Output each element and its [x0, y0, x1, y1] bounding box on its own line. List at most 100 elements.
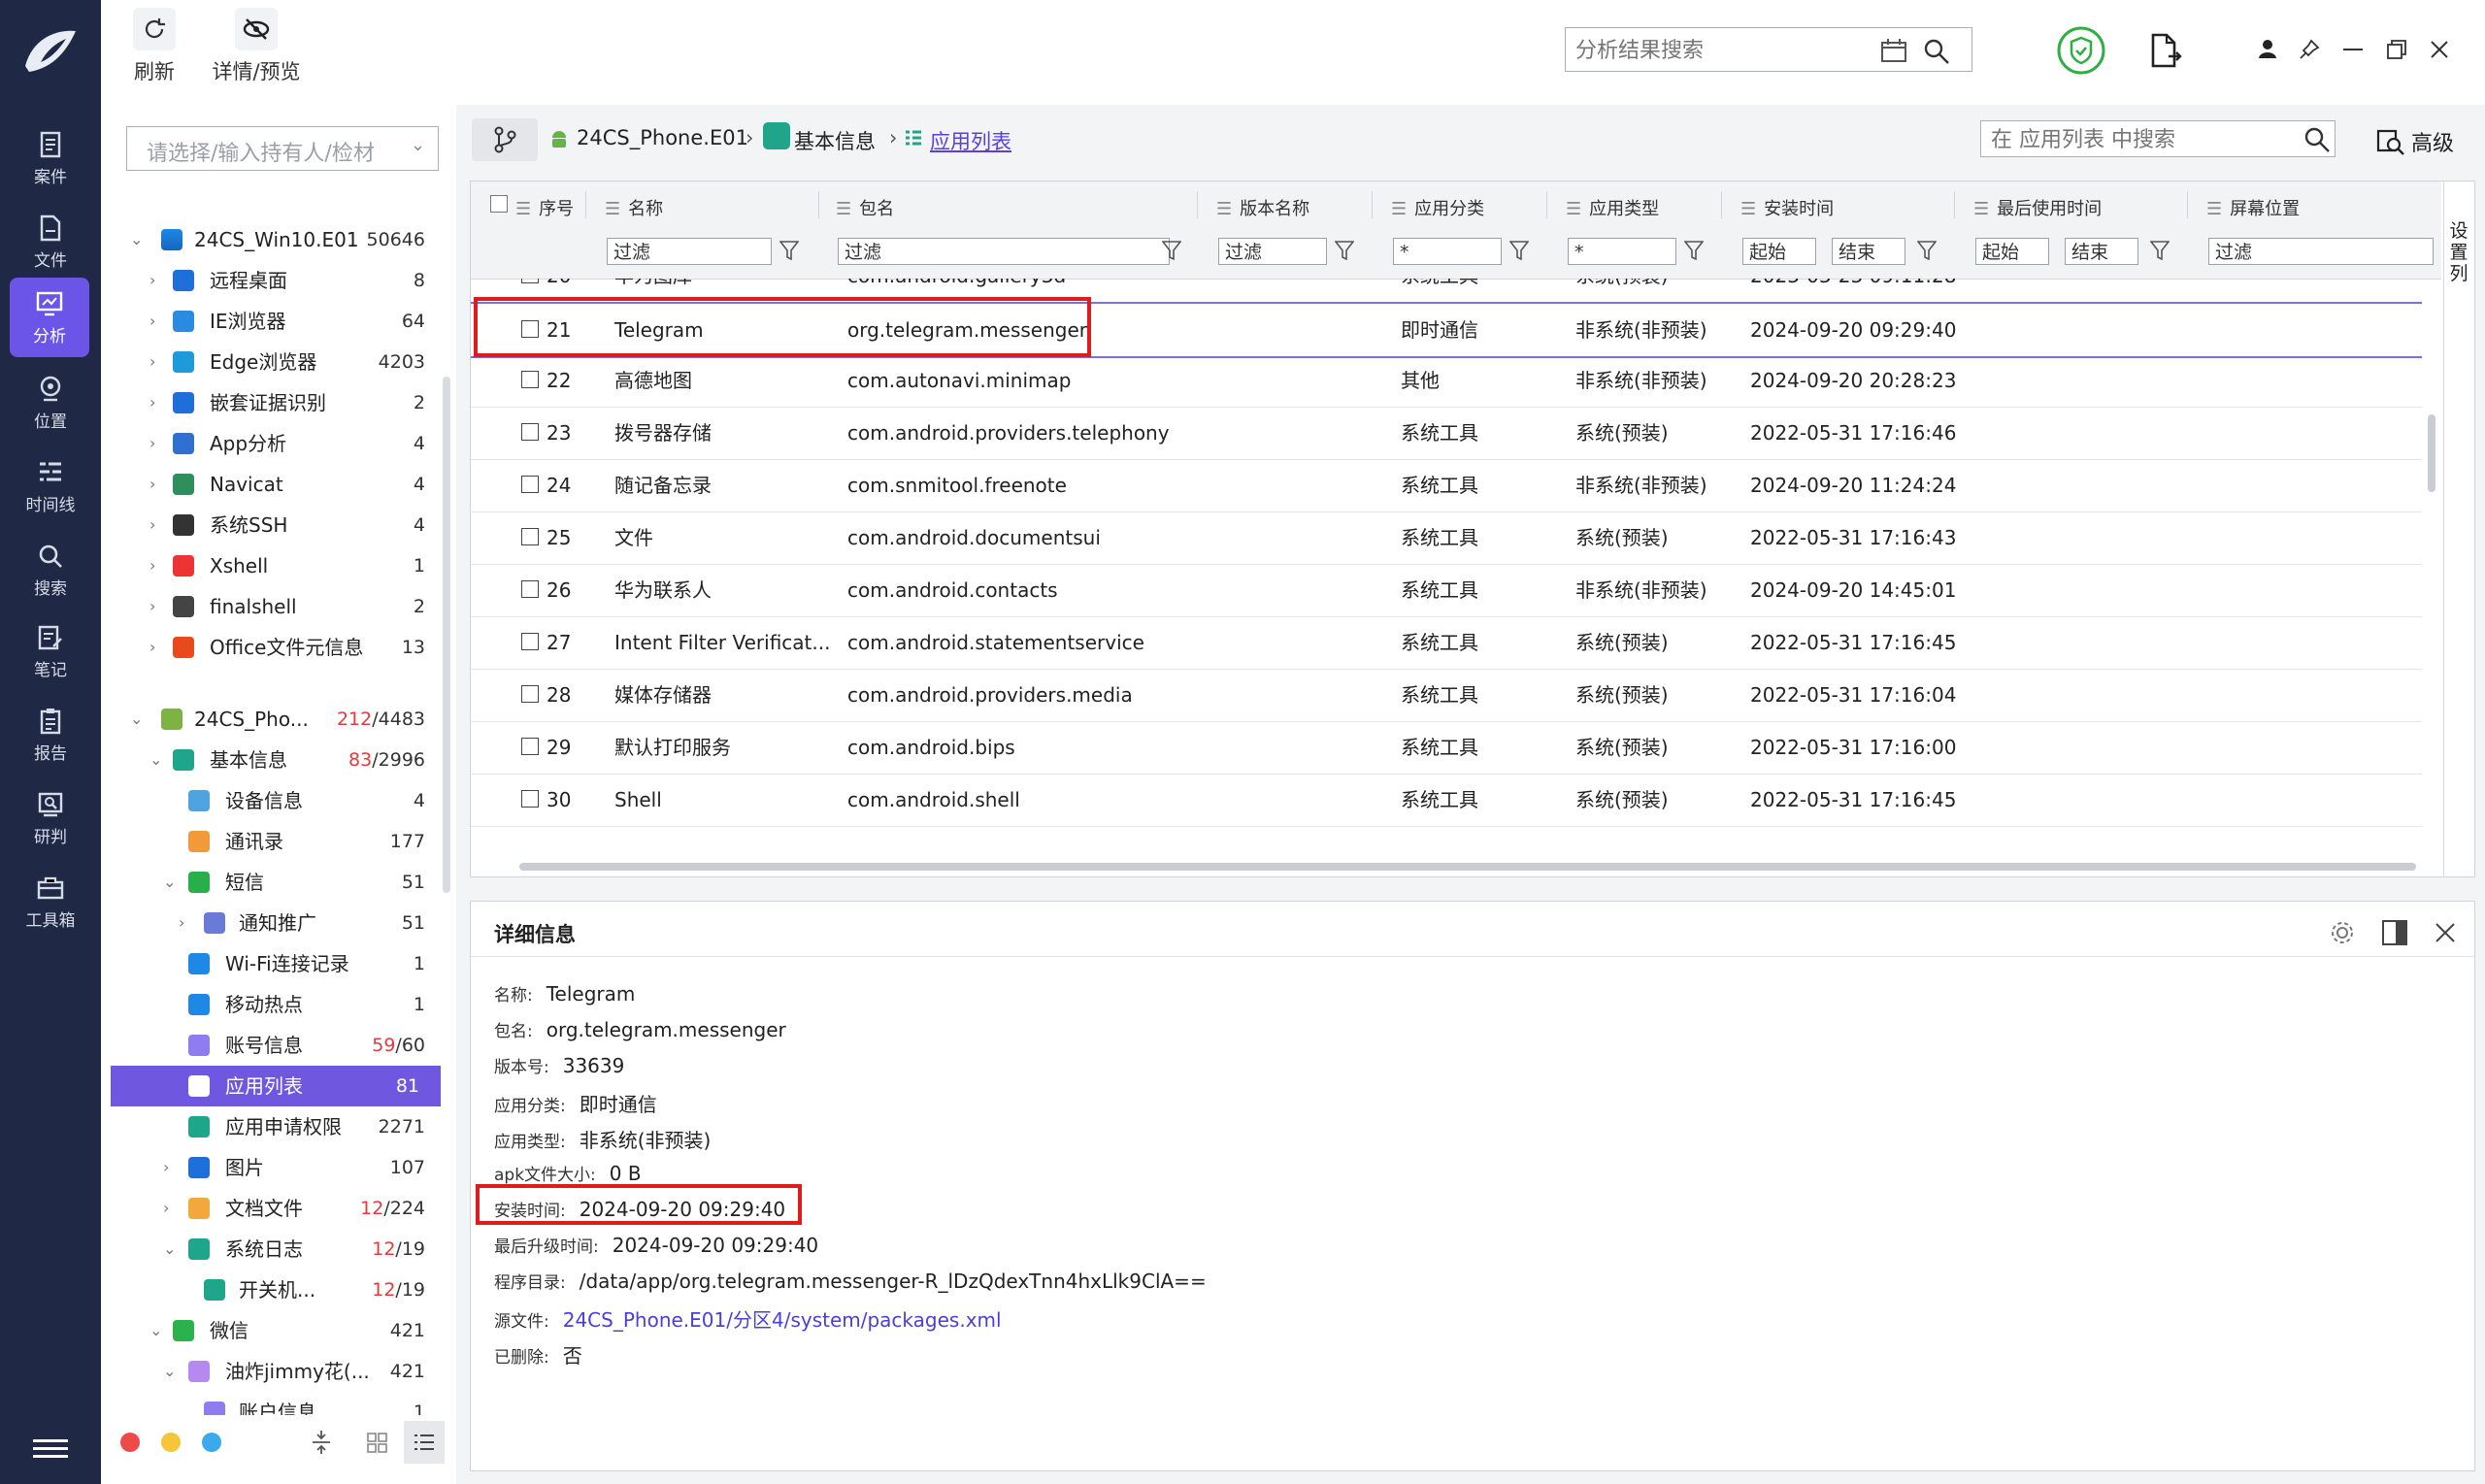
table-row[interactable]: 29 默认打印服务 com.android.bips 系统工具 系统(预装) 2022-0… — [471, 721, 2422, 775]
rail-item-analysis[interactable]: 分析 — [10, 278, 89, 357]
shield-check-icon[interactable] — [2056, 25, 2106, 76]
holder-selector[interactable]: 请选择/输入持有人/检材 ⌄ — [126, 126, 439, 171]
column-filter-input[interactable]: 起始 — [1975, 238, 2049, 265]
tree-item-basic-6[interactable]: 账号信息 59/60 — [101, 1025, 447, 1066]
user-icon[interactable] — [2258, 39, 2277, 60]
chevron-down-icon[interactable]: ⌄ — [130, 699, 143, 740]
column-header-type[interactable]: ☰ 应用类型 — [1566, 195, 1659, 220]
filter-funnel-icon[interactable] — [1509, 240, 1529, 261]
chevron-right-icon[interactable]: › — [149, 382, 155, 423]
list-view-button[interactable] — [404, 1421, 445, 1464]
column-divider[interactable] — [1372, 191, 1373, 218]
chevron-down-icon[interactable]: ⌄ — [149, 1310, 162, 1351]
table-row[interactable]: 23 拨号器存储 com.android.providers.telephony 系统… — [471, 407, 2422, 460]
row-checkbox[interactable] — [521, 633, 539, 650]
rail-item-report[interactable]: 报告 — [0, 693, 101, 773]
tree-item-win-2[interactable]: › Edge浏览器 4203 — [101, 342, 447, 382]
tree-item-basic-13[interactable]: ⌄ 微信 421 — [101, 1310, 447, 1351]
row-checkbox[interactable] — [521, 738, 539, 755]
tree-item-basic-2[interactable]: ⌄ 短信 51 — [101, 862, 447, 903]
chevron-down-icon[interactable]: ⌄ — [163, 862, 176, 903]
tree-item-win-4[interactable]: › App分析 4 — [101, 423, 447, 464]
row-checkbox[interactable] — [521, 279, 539, 283]
filter-funnel-icon[interactable] — [2150, 240, 2170, 261]
tree-item-win-7[interactable]: › Xshell 1 — [101, 545, 447, 586]
table-row[interactable]: 30 Shell com.android.shell 系统工具 系统(预装) 2022-0… — [471, 774, 2422, 827]
gear-icon[interactable] — [2329, 919, 2356, 946]
table-row[interactable]: 27 Intent Filter Verificat... com.android.… — [471, 616, 2422, 670]
yellow-tag-dot[interactable] — [161, 1433, 181, 1452]
branch-button[interactable] — [472, 118, 538, 161]
rail-item-note[interactable]: 笔记 — [0, 610, 101, 689]
tree-item-basic-5[interactable]: 移动热点 1 — [101, 984, 447, 1025]
chevron-right-icon[interactable]: › — [149, 505, 155, 545]
column-header-install[interactable]: ☰ 安装时间 — [1740, 195, 1834, 220]
column-header-idx[interactable]: ☰ 序号 — [515, 195, 574, 220]
rail-item-timeline[interactable]: 时间线 — [0, 445, 101, 524]
chevron-right-icon[interactable]: › — [149, 586, 155, 627]
minimize-icon[interactable] — [2343, 49, 2365, 52]
column-filter-input[interactable]: 过滤 — [2208, 238, 2434, 265]
table-row[interactable]: 28 媒体存储器 com.android.providers.media 系统工具 系统… — [471, 669, 2422, 722]
analysis-search-input[interactable] — [1574, 34, 1869, 67]
tree-item-basic-10[interactable]: › 文档文件 12/224 — [101, 1188, 447, 1229]
table-row[interactable]: 24 随记备忘录 com.snmitool.freenote 系统工具 非系统(非预装)… — [471, 459, 2422, 512]
tree-item-win-3[interactable]: › 嵌套证据识别 2 — [101, 382, 447, 423]
column-divider[interactable] — [2187, 191, 2188, 218]
row-checkbox[interactable] — [521, 685, 539, 703]
tree-item-win-1[interactable]: › IE浏览器 64 — [101, 301, 447, 342]
row-checkbox[interactable] — [521, 423, 539, 441]
collapse-icon[interactable] — [311, 1429, 332, 1456]
table-row[interactable]: 22 高德地图 com.autonavi.minimap 其他 非系统(非预装) 2024… — [471, 354, 2422, 408]
row-checkbox[interactable] — [521, 528, 539, 545]
tree-item-basic-3[interactable]: › 通知推广 51 — [101, 903, 447, 943]
column-divider[interactable] — [585, 191, 586, 218]
row-checkbox[interactable] — [521, 580, 539, 598]
row-checkbox[interactable] — [521, 476, 539, 493]
tree-item-basic-1[interactable]: 通讯录 177 — [101, 821, 447, 862]
list-search-input[interactable] — [1989, 124, 2284, 155]
column-divider[interactable] — [1721, 191, 1722, 218]
tree-item-basic-8[interactable]: 应用申请权限 2271 — [101, 1106, 447, 1147]
export-file-icon[interactable] — [2149, 33, 2182, 68]
blue-tag-dot[interactable] — [202, 1433, 221, 1452]
grid-view-icon[interactable] — [367, 1433, 388, 1454]
analysis-search-box[interactable] — [1565, 27, 1972, 72]
breadcrumb-current[interactable]: 应用列表 — [930, 126, 1011, 155]
table-row[interactable]: 31 Bluetooth MIDI Serv... com.android.blue… — [471, 826, 2422, 836]
column-filter-input[interactable]: * — [1568, 238, 1676, 265]
chevron-right-icon[interactable]: › — [179, 903, 184, 943]
breadcrumb-basic[interactable]: 基本信息 — [794, 126, 876, 155]
tree-item-win-0[interactable]: › 远程桌面 8 — [101, 260, 447, 301]
rail-item-case[interactable]: 案件 — [0, 116, 101, 196]
chevron-right-icon[interactable]: › — [149, 627, 155, 668]
tree-item-app-list[interactable]: 应用列表 81 — [111, 1066, 441, 1106]
rail-item-file[interactable]: 文件 — [0, 200, 101, 280]
tree-item-basic-14[interactable]: ⌄ 油炸jimmy花(... 421 — [101, 1351, 447, 1392]
breadcrumb-phone[interactable]: 24CS_Phone.E01 — [577, 126, 748, 149]
list-search-box[interactable] — [1980, 120, 2336, 157]
rail-item-search[interactable]: 搜索 — [0, 528, 101, 608]
chevron-right-icon[interactable]: › — [149, 423, 155, 464]
tree-item-basic-11[interactable]: ⌄ 系统日志 12/19 — [101, 1229, 447, 1270]
filter-funnel-icon[interactable] — [1162, 240, 1181, 261]
search-icon[interactable] — [2303, 126, 2331, 153]
tree-item-basic-4[interactable]: Wi-Fi连接记录 1 — [101, 943, 447, 984]
column-filter-input[interactable]: 起始 — [1742, 238, 1816, 265]
tree-item-basic-info[interactable]: ⌄ 基本信息 83/2996 — [101, 740, 447, 780]
chevron-down-icon[interactable]: ⌄ — [163, 1229, 176, 1270]
pin-icon[interactable] — [2299, 39, 2320, 60]
tree-item-win-9[interactable]: › Office文件元信息 13 — [101, 627, 447, 668]
column-header-name[interactable]: ☰ 名称 — [605, 195, 663, 220]
rail-item-toolbox[interactable]: 工具箱 — [0, 860, 101, 940]
tree-scrollbar[interactable] — [443, 377, 450, 893]
column-settings-side-tab[interactable]: 设置列 — [2443, 181, 2473, 876]
filter-funnel-icon[interactable] — [779, 240, 799, 261]
chevron-down-icon[interactable]: ⌄ — [130, 219, 143, 260]
tree-item-phone[interactable]: ⌄ 24CS_Pho... 212/4483 — [101, 699, 447, 740]
detail-preview-button[interactable]: 详情/预览 — [198, 8, 315, 85]
chevron-right-icon[interactable]: › — [149, 301, 155, 342]
column-divider[interactable] — [818, 191, 819, 218]
rail-item-judge[interactable]: 研判 — [0, 776, 101, 856]
menu-icon[interactable] — [33, 1436, 68, 1460]
